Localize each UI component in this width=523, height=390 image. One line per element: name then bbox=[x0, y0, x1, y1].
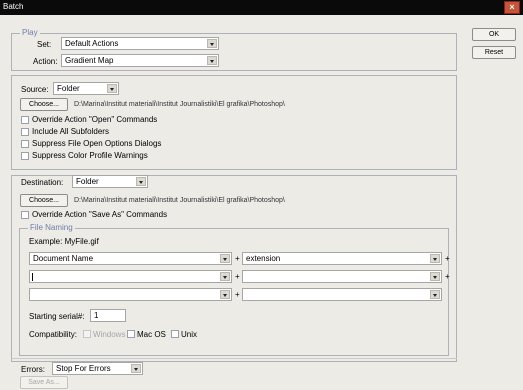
starting-serial-value: 1 bbox=[94, 311, 99, 320]
source-label: Source: bbox=[21, 85, 49, 94]
source-value: Folder bbox=[57, 84, 80, 93]
naming-field-2-value: extension bbox=[246, 254, 281, 263]
destination-path: D:\Marina\Institut materiali\Institut Jo… bbox=[74, 197, 285, 204]
reset-button[interactable]: Reset bbox=[472, 46, 516, 59]
window-title: Batch bbox=[3, 2, 24, 11]
suppress-profile-label: Suppress Color Profile Warnings bbox=[32, 151, 148, 160]
action-label: Action: bbox=[33, 57, 58, 66]
play-legend: Play bbox=[20, 28, 40, 37]
compatibility-label: Compatibility: bbox=[29, 330, 78, 339]
batch-dialog: OK Reset Play Set: Default Actions Actio… bbox=[0, 15, 523, 390]
suppress-open-options-checkbox[interactable] bbox=[21, 140, 29, 148]
naming-field-2[interactable]: extension bbox=[242, 252, 442, 265]
close-icon: × bbox=[509, 2, 515, 12]
save-as-button[interactable]: Save As... bbox=[20, 376, 68, 389]
naming-field-5[interactable] bbox=[29, 288, 232, 301]
macos-label: Mac OS bbox=[137, 330, 166, 339]
action-value: Gradient Map bbox=[65, 56, 114, 65]
plus-sign: + bbox=[235, 254, 240, 263]
suppress-open-options-label: Suppress File Open Options Dialogs bbox=[32, 139, 162, 148]
source-select[interactable]: Folder bbox=[53, 82, 119, 95]
starting-serial-input[interactable]: 1 bbox=[90, 309, 126, 322]
source-path: D:\Marina\Institut materiali\Institut Jo… bbox=[74, 101, 285, 108]
starting-serial-label: Starting serial#: bbox=[29, 312, 85, 321]
action-select[interactable]: Gradient Map bbox=[61, 54, 219, 67]
errors-select[interactable]: Stop For Errors bbox=[52, 362, 143, 375]
ok-button[interactable]: OK bbox=[472, 28, 516, 41]
plus-sign: + bbox=[235, 272, 240, 281]
chevron-down-icon bbox=[207, 56, 217, 65]
override-open-label: Override Action "Open" Commands bbox=[32, 115, 158, 124]
naming-field-1-value: Document Name bbox=[33, 254, 94, 263]
plus-sign: + bbox=[235, 290, 240, 299]
errors-label: Errors: bbox=[21, 365, 45, 374]
naming-field-6[interactable] bbox=[242, 288, 442, 301]
chevron-down-icon bbox=[131, 364, 141, 373]
chevron-down-icon bbox=[136, 177, 146, 186]
title-bar: Batch × bbox=[0, 0, 523, 15]
errors-value: Stop For Errors bbox=[56, 364, 111, 373]
plus-sign: + bbox=[445, 254, 450, 263]
override-open-checkbox[interactable] bbox=[21, 116, 29, 124]
destination-label: Destination: bbox=[21, 178, 64, 187]
chevron-down-icon bbox=[430, 272, 440, 281]
close-button[interactable]: × bbox=[504, 1, 520, 14]
macos-checkbox[interactable] bbox=[127, 330, 135, 338]
file-naming-legend: File Naming bbox=[28, 223, 75, 232]
suppress-profile-checkbox[interactable] bbox=[21, 152, 29, 160]
windows-label: Windows bbox=[93, 330, 126, 339]
windows-checkbox[interactable] bbox=[83, 330, 91, 338]
source-choose-button[interactable]: Choose... bbox=[20, 98, 68, 111]
chevron-down-icon bbox=[220, 254, 230, 263]
divider bbox=[11, 358, 457, 359]
plus-sign: + bbox=[445, 272, 450, 281]
set-value: Default Actions bbox=[65, 39, 119, 48]
override-save-label: Override Action "Save As" Commands bbox=[32, 210, 168, 219]
naming-field-3[interactable] bbox=[29, 270, 232, 283]
override-save-checkbox[interactable] bbox=[21, 211, 29, 219]
unix-label: Unix bbox=[181, 330, 198, 339]
file-naming-example: Example: MyFile.gif bbox=[29, 237, 99, 246]
set-select[interactable]: Default Actions bbox=[61, 37, 219, 50]
destination-choose-button[interactable]: Choose... bbox=[20, 194, 68, 207]
unix-checkbox[interactable] bbox=[171, 330, 179, 338]
destination-value: Folder bbox=[76, 177, 99, 186]
chevron-down-icon bbox=[430, 254, 440, 263]
set-label: Set: bbox=[37, 40, 52, 49]
text-caret bbox=[32, 273, 33, 281]
chevron-down-icon bbox=[207, 39, 217, 48]
destination-select[interactable]: Folder bbox=[72, 175, 148, 188]
include-subfolders-label: Include All Subfolders bbox=[32, 127, 109, 136]
naming-field-4[interactable] bbox=[242, 270, 442, 283]
include-subfolders-checkbox[interactable] bbox=[21, 128, 29, 136]
naming-field-1[interactable]: Document Name bbox=[29, 252, 232, 265]
chevron-down-icon bbox=[220, 272, 230, 281]
chevron-down-icon bbox=[220, 290, 230, 299]
chevron-down-icon bbox=[430, 290, 440, 299]
chevron-down-icon bbox=[107, 84, 117, 93]
